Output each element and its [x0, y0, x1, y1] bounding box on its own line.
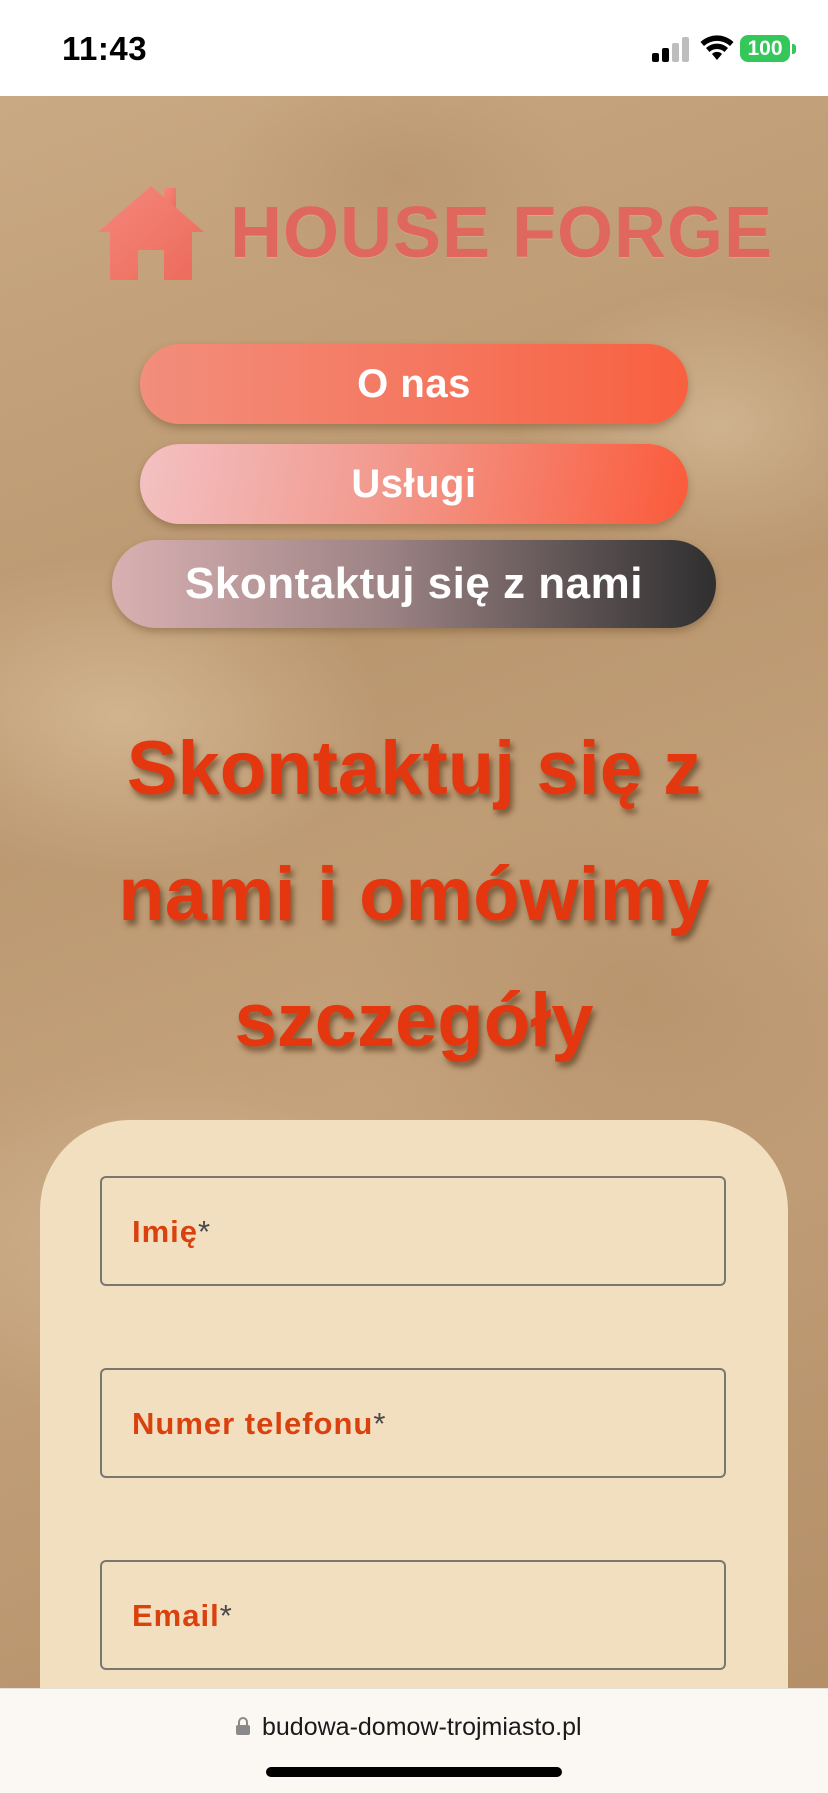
wifi-icon	[700, 35, 734, 60]
lock-icon	[236, 1717, 250, 1735]
battery-tip	[792, 44, 796, 54]
required-mark: *	[373, 1406, 387, 1441]
required-mark: *	[198, 1214, 212, 1249]
url-text[interactable]: budowa-domow-trojmiasto.pl	[262, 1713, 582, 1742]
battery-icon: 100	[740, 35, 790, 62]
house-icon	[98, 186, 204, 280]
home-indicator[interactable]	[266, 1767, 562, 1777]
required-mark: *	[219, 1598, 233, 1633]
page-content: HOUSE FORGE O nas Usługi Skontaktuj się …	[0, 96, 828, 1688]
page-headline: Skontaktuj się z nami i omówimy szczegół…	[118, 726, 710, 1063]
name-field-label: Imię*	[132, 1214, 212, 1249]
nav-contact-button[interactable]: Skontaktuj się z nami	[112, 540, 716, 628]
email-field[interactable]: Email*	[100, 1560, 726, 1670]
phone-field-label: Numer telefonu*	[132, 1406, 387, 1441]
nav-services-button[interactable]: Usługi	[140, 444, 688, 524]
nav-about-button[interactable]: O nas	[140, 344, 688, 424]
name-field[interactable]: Imię*	[100, 1176, 726, 1286]
contact-form: Imię* Numer telefonu* Email*	[40, 1120, 788, 1688]
signal-icon	[652, 36, 690, 62]
phone-field[interactable]: Numer telefonu*	[100, 1368, 726, 1478]
brand-name: HOUSE FORGE	[230, 193, 774, 273]
status-time: 11:43	[62, 30, 148, 67]
email-field-label: Email*	[132, 1598, 233, 1633]
brand-logo[interactable]: HOUSE FORGE	[96, 184, 772, 284]
status-bar: 11:43 100	[0, 0, 828, 96]
browser-address-bar[interactable]: budowa-domow-trojmiasto.pl	[0, 1688, 828, 1793]
